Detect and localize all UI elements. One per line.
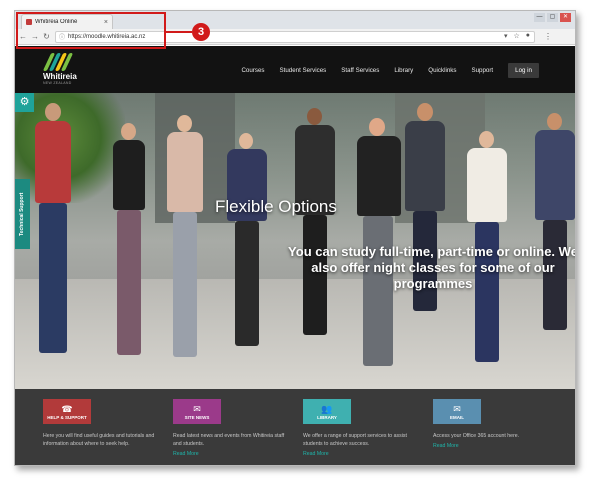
hero-banner: ⚙ Technical Support Flexible Options You… [15,93,575,389]
nav-student-services[interactable]: Student Services [280,67,327,74]
chat-icon: ✉ [193,403,201,414]
library-desc: We offer a range of support services to … [303,433,407,447]
site-logo[interactable]: Whitireia NEW ZEALAND [42,53,83,85]
library-label: LIBRARY [317,414,337,420]
menu-icon[interactable]: ⋮ [544,32,552,41]
nav-courses[interactable]: Courses [241,67,264,74]
footer-bar: ☎ HELP & SUPPORT Here you will find usef… [15,389,575,465]
logo-mark-icon [42,53,74,71]
star-icon[interactable]: ☆ [513,32,519,40]
filter-icon[interactable]: ▾ [504,32,508,40]
technical-support-tab[interactable]: Technical Support [15,179,30,249]
site-header: Whitireia NEW ZEALAND Courses Student Se… [15,46,575,93]
footer-library: 👥 LIBRARY We offer a range of support se… [303,399,421,457]
help-support-label: HELP & SUPPORT [47,414,87,420]
extension-icon[interactable]: ● [526,32,530,40]
close-window-button[interactable]: ✕ [560,13,571,22]
telephone-icon: ☎ [61,403,73,414]
nav-support[interactable]: Support [471,67,493,74]
gear-icon[interactable]: ⚙ [15,93,34,112]
site-news-label: SITE NEWS [184,414,210,420]
nav-staff-services[interactable]: Staff Services [341,67,379,74]
footer-email: ✉ EMAIL Access your Office 365 account h… [433,399,551,449]
logo-subtitle: NEW ZEALAND [43,81,72,85]
logo-name: Whitireia [43,72,77,81]
main-nav: Courses Student Services Staff Services … [241,63,539,78]
site-news-button[interactable]: ✉ SITE NEWS [173,399,221,424]
help-support-button[interactable]: ☎ HELP & SUPPORT [43,399,91,424]
hero-subtitle: You can study full-time, part-time or on… [288,244,575,291]
callout-highlight-box [16,12,166,49]
site-news-read-more[interactable]: Read More [173,451,291,457]
email-icon: ✉ [453,403,461,414]
email-button[interactable]: ✉ EMAIL [433,399,481,424]
footer-help: ☎ HELP & SUPPORT Here you will find usef… [43,399,161,448]
callout-connector [166,31,192,33]
library-button[interactable]: 👥 LIBRARY [303,399,351,424]
nav-quicklinks[interactable]: Quicklinks [428,67,456,74]
browser-window: Whitireia Online × — ▢ ✕ ← → ↻ ⓘ https:/… [14,10,576,466]
window-controls: — ▢ ✕ [534,13,571,22]
help-support-desc: Here you will find useful guides and tut… [43,433,155,447]
login-button[interactable]: Log in [508,63,539,78]
library-read-more[interactable]: Read More [303,451,421,457]
maximize-button[interactable]: ▢ [547,13,558,22]
footer-news: ✉ SITE NEWS Read latest news and events … [173,399,291,457]
hero-title: Flexible Options [215,197,337,216]
callout-number-badge: 3 [192,23,210,41]
email-label: EMAIL [450,414,464,420]
minimize-button[interactable]: — [534,13,545,22]
nav-library[interactable]: Library [394,67,413,74]
email-read-more[interactable]: Read More [433,443,551,449]
site-news-desc: Read latest news and events from Whitire… [173,433,285,447]
email-desc: Access your Office 365 account here. [433,433,520,439]
people-icon: 👥 [321,403,333,414]
